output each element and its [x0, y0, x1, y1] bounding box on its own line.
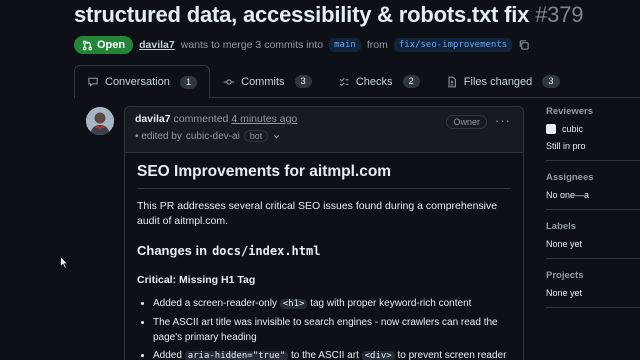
changes-prefix: Changes in	[137, 243, 208, 258]
changes-file: docs/index.html	[212, 244, 321, 258]
reviewer-status: Still in pro	[546, 141, 586, 151]
pr-author-link[interactable]: davila7	[139, 39, 175, 51]
tab-conversation[interactable]: Conversation 1	[74, 65, 211, 98]
head-branch[interactable]: fix/seo-improvements	[393, 38, 513, 52]
reviewer-name: cubic	[562, 124, 584, 134]
tab-files-changed[interactable]: Files changed 3	[433, 65, 573, 97]
edited-line: • edited by cubic-dev-ai bot	[135, 130, 513, 142]
tab-count: 2	[402, 75, 420, 88]
pull-request-icon	[82, 40, 93, 50]
tab-label: Files changed	[463, 75, 533, 88]
tab-commits[interactable]: Commits 3	[210, 65, 325, 97]
comment-header: davila7 commented 4 minutes ago • edited…	[125, 107, 523, 153]
list-text: to prevent screen reader	[397, 350, 507, 360]
comment-body: SEO Improvements for aitmpl.com This PR …	[125, 153, 523, 360]
kebab-menu-icon[interactable]: ···	[495, 113, 511, 128]
pr-title: structured data, accessibility & robots.…	[74, 2, 583, 28]
copy-icon[interactable]	[518, 39, 530, 51]
inline-code: aria-hidden="true"	[184, 351, 289, 360]
labels-value: None yet	[546, 239, 583, 249]
reviewer-avatar	[546, 124, 556, 134]
change-list: Added a screen-reader-only <h1> tag with…	[137, 296, 511, 360]
assignees-label[interactable]: Assignees	[546, 172, 640, 183]
comment-icon	[88, 77, 98, 87]
reviewers-section: Reviewers cubic Still in pro	[546, 106, 640, 161]
comment-action: commented	[173, 113, 229, 125]
tab-label: Checks	[355, 75, 393, 88]
chevron-down-icon[interactable]	[272, 132, 281, 141]
projects-value: None yet	[546, 288, 583, 298]
tab-count: 3	[294, 75, 312, 88]
list-item: The ASCII art title was invisible to sea…	[153, 315, 511, 345]
list-item: Added aria-hidden="true" to the ASCII ar…	[153, 348, 511, 360]
tab-count: 3	[542, 75, 560, 88]
bot-badge: bot	[243, 130, 269, 142]
projects-label[interactable]: Projects	[546, 270, 640, 281]
assignees-section: Assignees No one—a	[546, 172, 640, 210]
comment-intro: This PR addresses several critical SEO i…	[137, 200, 498, 227]
comment-heading: SEO Improvements for aitmpl.com	[137, 163, 511, 189]
mouse-cursor-icon	[60, 256, 69, 269]
commit-icon	[223, 78, 235, 85]
tab-label: Conversation	[105, 76, 170, 88]
from-text: from	[366, 39, 388, 51]
labels-label[interactable]: Labels	[546, 221, 640, 232]
list-text: to the ASCII art	[291, 350, 359, 360]
critical-heading: Critical: Missing H1 Tag	[137, 274, 256, 286]
pr-title-text: structured data, accessibility & robots.…	[74, 2, 530, 27]
list-item: Added a screen-reader-only <h1> tag with…	[153, 296, 511, 312]
assignees-value: No one—a	[546, 190, 590, 200]
list-text: The ASCII art title was invisible to sea…	[153, 317, 498, 343]
changes-heading: Changes in docs/index.html	[137, 243, 511, 258]
checks-icon	[339, 77, 349, 86]
reviewers-label[interactable]: Reviewers	[546, 106, 640, 117]
list-text: tag with proper keyword-rich content	[310, 298, 472, 309]
pr-page: structured data, accessibility & robots.…	[0, 0, 640, 360]
pr-tabs: Conversation 1 Commits 3 Checks 2 Files …	[74, 65, 640, 98]
edited-text: • edited by	[135, 130, 182, 142]
tab-checks[interactable]: Checks 2	[325, 65, 433, 97]
tab-label: Commits	[241, 75, 285, 88]
pr-state-label: Open	[97, 39, 126, 51]
reviewer-row[interactable]: cubic	[546, 124, 640, 134]
tab-count: 1	[179, 75, 198, 89]
labels-section: Labels None yet	[546, 221, 640, 259]
inline-code: <div>	[361, 351, 395, 360]
pr-meta: Open davila7 wants to merge 3 commits in…	[74, 34, 530, 56]
editor-name[interactable]: cubic-dev-ai	[186, 131, 240, 142]
file-diff-icon	[448, 76, 456, 87]
comment-box: davila7 commented 4 minutes ago • edited…	[124, 106, 524, 360]
merge-text: wants to merge 3 commits into	[180, 39, 324, 51]
avatar-image	[86, 107, 114, 135]
avatar[interactable]	[86, 107, 114, 135]
pr-state-badge: Open	[74, 36, 134, 54]
comment-author[interactable]: davila7	[135, 113, 171, 125]
projects-section: Projects None yet	[546, 270, 640, 308]
owner-badge: Owner	[446, 115, 487, 129]
comment-time[interactable]: 4 minutes ago	[231, 113, 297, 125]
pr-sidebar: Reviewers cubic Still in pro Assignees N…	[546, 106, 640, 319]
list-text: Added	[153, 350, 182, 360]
base-branch[interactable]: main	[329, 38, 361, 52]
pr-number: #379	[535, 2, 584, 27]
inline-code: <h1>	[279, 299, 308, 309]
list-text: Added a screen-reader-only	[153, 298, 277, 309]
